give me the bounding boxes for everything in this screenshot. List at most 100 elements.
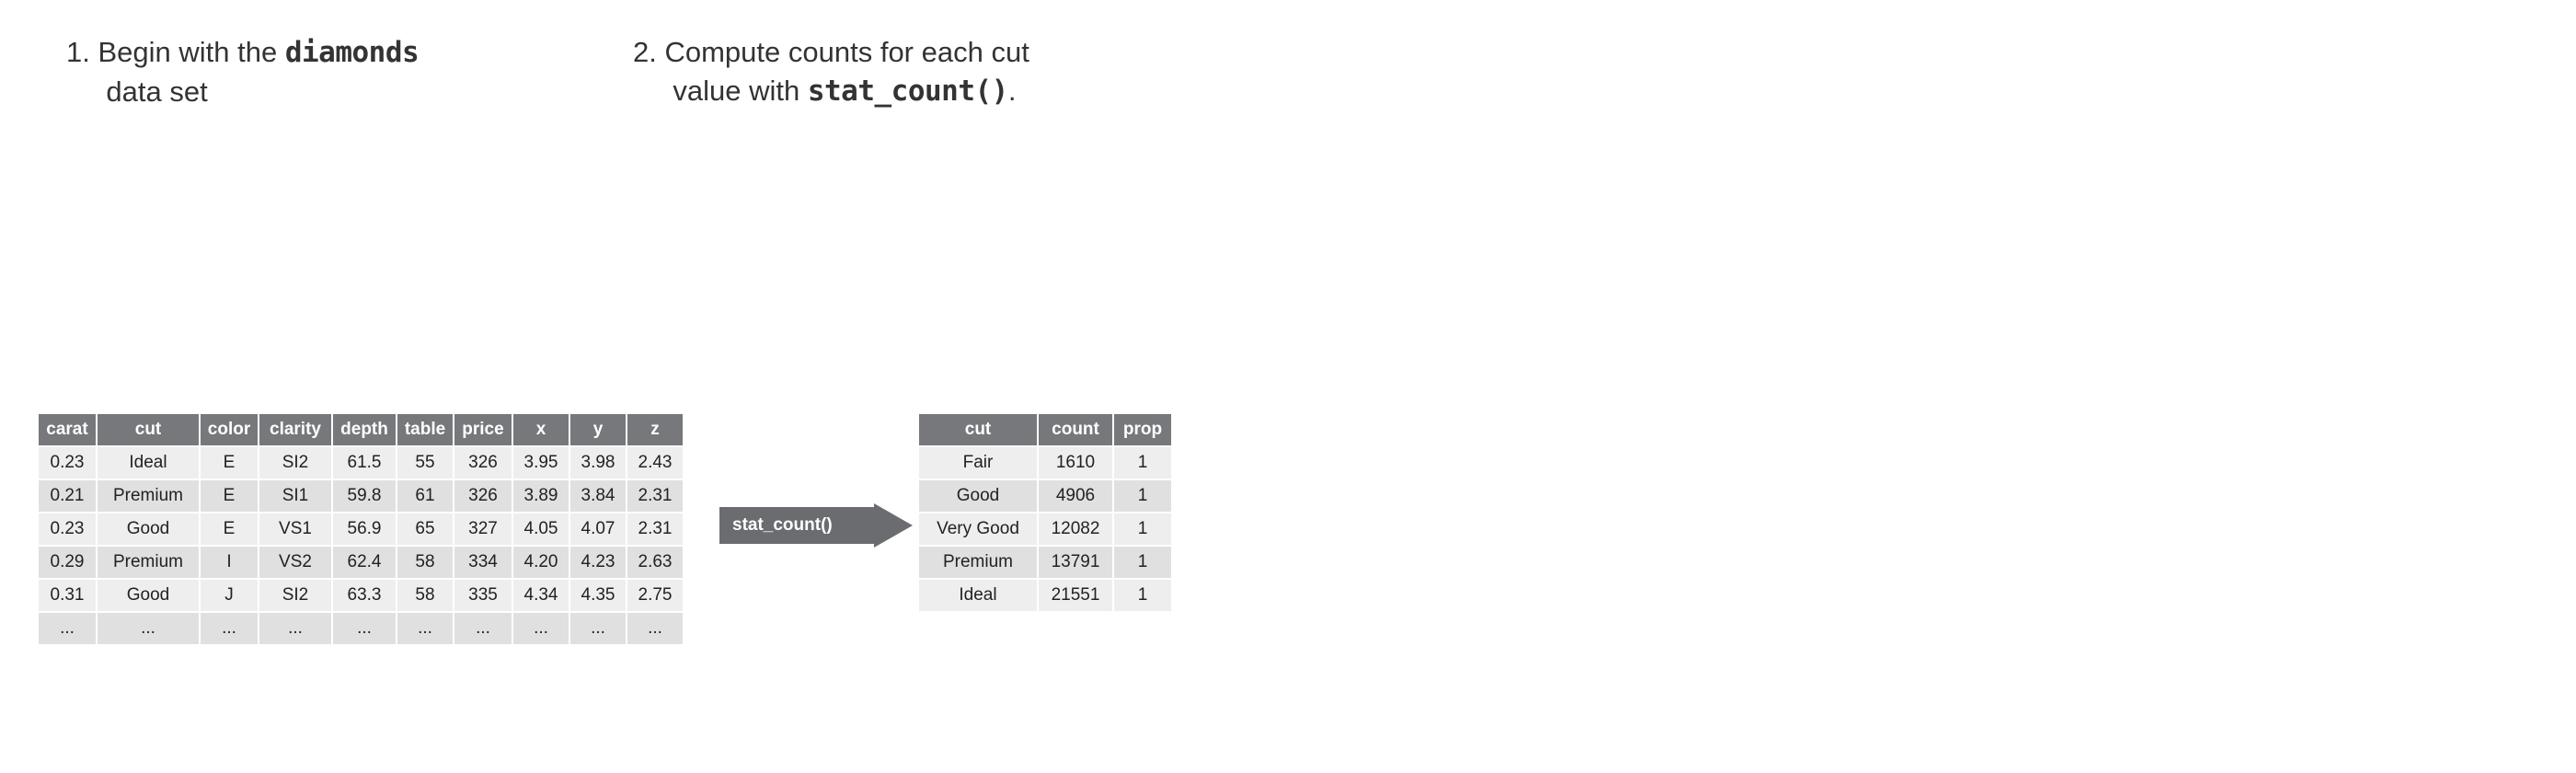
cell: 4.07 — [570, 513, 626, 545]
cell: 13791 — [1039, 547, 1112, 578]
cell: 2.31 — [627, 513, 683, 545]
cell: 4.35 — [570, 580, 626, 611]
cell: 0.23 — [39, 513, 96, 545]
cell: ... — [201, 613, 258, 644]
cell: Fair — [919, 447, 1037, 479]
cell: ... — [397, 613, 453, 644]
table-row: Premium 13791 1 — [919, 547, 1171, 578]
table-row: 0.21 Premium E SI1 59.8 61 326 3.89 3.84… — [39, 480, 683, 512]
counts-header: count — [1039, 414, 1112, 445]
cell: 0.23 — [39, 447, 96, 479]
cell: Premium — [98, 480, 199, 512]
cell: 2.63 — [627, 547, 683, 578]
step2-number: 2. — [633, 36, 657, 68]
cell: 63.3 — [333, 580, 396, 611]
cell: 2.43 — [627, 447, 683, 479]
step2-line2-prefix: value with — [673, 75, 807, 107]
cell: 61.5 — [333, 447, 396, 479]
cell: Very Good — [919, 513, 1037, 545]
cell: E — [201, 513, 258, 545]
cell: 1 — [1114, 580, 1171, 611]
diamonds-header: clarity — [259, 414, 331, 445]
cell: 59.8 — [333, 480, 396, 512]
cell: Ideal — [98, 447, 199, 479]
cell: ... — [98, 613, 199, 644]
cell: 56.9 — [333, 513, 396, 545]
diamonds-header: y — [570, 414, 626, 445]
cell: 0.21 — [39, 480, 96, 512]
diamonds-header: cut — [98, 414, 199, 445]
counts-thead: cut count prop — [919, 414, 1171, 445]
cell: 4.34 — [513, 580, 569, 611]
cell: SI2 — [259, 580, 331, 611]
diamonds-header: color — [201, 414, 258, 445]
cell: 1 — [1114, 447, 1171, 479]
table-row: Ideal 21551 1 — [919, 580, 1171, 611]
cell: 3.84 — [570, 480, 626, 512]
caption-step1: 1. Begin with the diamonds data set — [66, 33, 419, 111]
cell: ... — [259, 613, 331, 644]
cell: SI1 — [259, 480, 331, 512]
step1-code: diamonds — [285, 36, 419, 69]
cell: Ideal — [919, 580, 1037, 611]
cell: 62.4 — [333, 547, 396, 578]
cell: 334 — [454, 547, 512, 578]
cell: 0.31 — [39, 580, 96, 611]
cell: J — [201, 580, 258, 611]
counts-tbody: Fair 1610 1 Good 4906 1 Very Good 12082 … — [919, 447, 1171, 611]
table-row: 0.31 Good J SI2 63.3 58 335 4.34 4.35 2.… — [39, 580, 683, 611]
cell: Good — [98, 580, 199, 611]
cell: Premium — [919, 547, 1037, 578]
cell: 65 — [397, 513, 453, 545]
cell: VS2 — [259, 547, 331, 578]
cell: ... — [627, 613, 683, 644]
cell: 2.75 — [627, 580, 683, 611]
cell: ... — [454, 613, 512, 644]
cell: ... — [570, 613, 626, 644]
cell: VS1 — [259, 513, 331, 545]
cell: ... — [333, 613, 396, 644]
cell: 0.29 — [39, 547, 96, 578]
counts-header: cut — [919, 414, 1037, 445]
table-row-ellipsis: ... ... ... ... ... ... ... ... ... ... — [39, 613, 683, 644]
cell: 4.20 — [513, 547, 569, 578]
cell: 58 — [397, 580, 453, 611]
cell: 326 — [454, 480, 512, 512]
cell: 4906 — [1039, 480, 1112, 512]
table-row: Fair 1610 1 — [919, 447, 1171, 479]
cell: 55 — [397, 447, 453, 479]
counts-table: cut count prop Fair 1610 1 Good 4906 1 V… — [917, 412, 1173, 613]
arrow-stat-count: stat_count() — [719, 503, 913, 548]
table-row: 0.23 Good E VS1 56.9 65 327 4.05 4.07 2.… — [39, 513, 683, 545]
cell: ... — [39, 613, 96, 644]
cell: 4.23 — [570, 547, 626, 578]
cell: Good — [98, 513, 199, 545]
diamonds-header: z — [627, 414, 683, 445]
counts-header: prop — [1114, 414, 1171, 445]
cell: I — [201, 547, 258, 578]
cell: 12082 — [1039, 513, 1112, 545]
cell: 1 — [1114, 547, 1171, 578]
cell: SI2 — [259, 447, 331, 479]
step2-prefix: Compute counts for each cut — [664, 36, 1029, 68]
diamonds-header: table — [397, 414, 453, 445]
cell: 3.95 — [513, 447, 569, 479]
cell: E — [201, 447, 258, 479]
cell: 58 — [397, 547, 453, 578]
step2-code: stat_count() — [808, 75, 1008, 108]
table-row: Good 4906 1 — [919, 480, 1171, 512]
step1-prefix: Begin with the — [98, 36, 284, 68]
page: 1. Begin with the diamonds data set 2. C… — [0, 0, 2576, 773]
cell: 1 — [1114, 513, 1171, 545]
table-row: 0.29 Premium I VS2 62.4 58 334 4.20 4.23… — [39, 547, 683, 578]
cell: 2.31 — [627, 480, 683, 512]
caption-step2: 2. Compute counts for each cut value wit… — [633, 33, 1029, 111]
cell: ... — [513, 613, 569, 644]
diamonds-header: x — [513, 414, 569, 445]
cell: 21551 — [1039, 580, 1112, 611]
table-row: Very Good 12082 1 — [919, 513, 1171, 545]
arrow-label: stat_count() — [732, 515, 833, 536]
cell: Premium — [98, 547, 199, 578]
diamonds-tbody: 0.23 Ideal E SI2 61.5 55 326 3.95 3.98 2… — [39, 447, 683, 644]
step1-number: 1. — [66, 36, 90, 68]
